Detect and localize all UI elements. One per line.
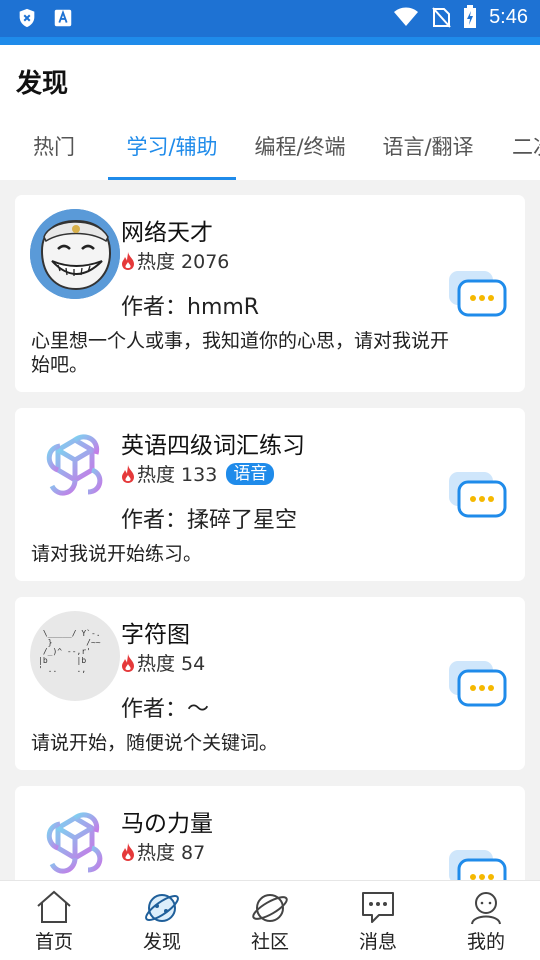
chat-bubble-icon[interactable]: [447, 269, 509, 319]
openai-logo-icon: [46, 434, 103, 496]
heat-indicator: 热度 2076: [121, 247, 229, 274]
heat-indicator: 热度 87: [121, 838, 205, 865]
nav-discover[interactable]: 发现: [108, 881, 216, 960]
nav-messages[interactable]: 消息: [324, 881, 432, 960]
message-icon: [362, 892, 394, 923]
card-title: 马の力量: [121, 811, 213, 837]
avatar: \_____/ Y`-. } /~~ /_)^ --,r' |b |b ' ..…: [30, 611, 120, 701]
app-a-icon: [54, 9, 72, 27]
avatar: [30, 800, 120, 890]
nav-profile[interactable]: 我的: [432, 881, 540, 960]
shield-x-icon: [19, 8, 35, 28]
chat-bubble-icon[interactable]: [447, 659, 509, 709]
heat-indicator: 热度 54: [121, 649, 205, 676]
bot-card[interactable]: 英语四级词汇练习 热度 133 语音 作者：揉碎了星空 请对我说开始练习。: [15, 408, 525, 581]
fire-icon: [122, 842, 134, 861]
clock: 5:46: [489, 5, 528, 28]
nav-home[interactable]: 首页: [0, 881, 108, 960]
fire-icon: [122, 251, 134, 270]
heat-indicator: 热度 133 语音: [121, 460, 275, 487]
openai-logo-icon: [46, 812, 103, 874]
battery-charging-icon: [464, 5, 477, 28]
tab-hot[interactable]: 热门: [14, 127, 94, 180]
fire-icon: [122, 653, 134, 672]
chat-bubble-icon[interactable]: [447, 470, 509, 520]
tab-programming[interactable]: 编程/终端: [252, 127, 348, 180]
avatar: [30, 422, 120, 512]
tab-anime[interactable]: 二次: [512, 127, 540, 180]
wifi-icon: [394, 7, 419, 26]
voice-tag: 语音: [226, 462, 275, 485]
active-tab-indicator: [108, 177, 236, 180]
fire-icon: [122, 464, 134, 483]
ascii-art-avatar: \_____/ Y`-. } /~~ /_)^ --,r' |b |b ' ..…: [38, 629, 101, 674]
profile-icon: [471, 892, 501, 925]
author-label: 作者：hmmR: [121, 295, 260, 320]
tab-language[interactable]: 语言/翻译: [380, 127, 476, 180]
card-description: 请说开始，随便说个关键词。: [31, 732, 279, 754]
card-description: 心里想一个人或事，我知道你的心思，请对我说开始吧。: [31, 330, 450, 376]
planet-discover-icon: [145, 894, 179, 922]
bottom-nav: 首页 发现 社区 消息 我的: [0, 880, 540, 960]
planet-icon: [252, 894, 288, 922]
bot-card[interactable]: \_____/ Y`-. } /~~ /_)^ --,r' |b |b ' ..…: [15, 597, 525, 770]
bot-card[interactable]: 网络天才 热度 2076 作者：hmmR 心里想一个人或事，我知道你的心思，请对…: [15, 195, 525, 392]
header: 发现 热门 学习/辅助 编程/终端 语言/翻译 二次: [0, 45, 540, 180]
home-icon: [37, 890, 71, 923]
trollface-icon: [30, 209, 120, 299]
avatar: [30, 209, 120, 299]
card-title: 字符图: [121, 622, 190, 648]
card-title: 英语四级词汇练习: [121, 433, 305, 459]
accent-bar: [0, 37, 540, 45]
card-title: 网络天才: [121, 220, 213, 246]
no-sim-icon: [432, 7, 451, 28]
author-label: 作者：～: [121, 697, 210, 722]
tab-study[interactable]: 学习/辅助: [108, 127, 236, 180]
author-label: 作者：揉碎了星空: [121, 508, 298, 533]
status-bar: 5:46: [0, 0, 540, 37]
page-title: 发现: [16, 69, 69, 99]
category-tabs: 热门 学习/辅助 编程/终端 语言/翻译 二次: [0, 127, 540, 180]
card-description: 请对我说开始练习。: [31, 543, 203, 565]
nav-community[interactable]: 社区: [216, 881, 324, 960]
